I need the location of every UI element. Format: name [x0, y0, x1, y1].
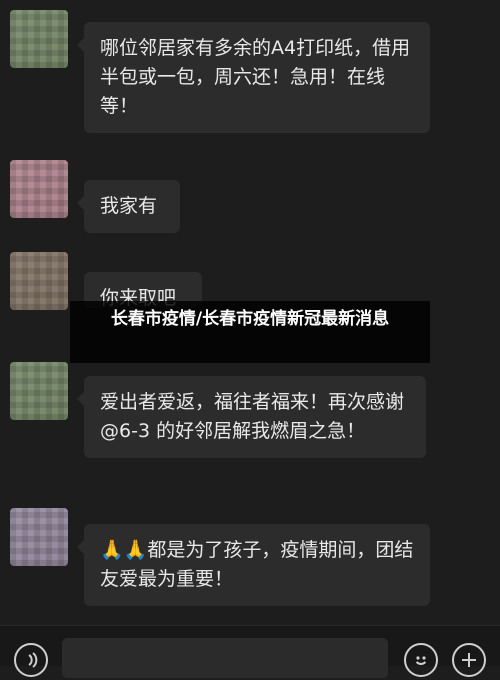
avatar[interactable] [10, 252, 68, 310]
message-bubble[interactable]: 🙏🙏都是为了孩子，疫情期间，团结友爱最为重要！ [77, 524, 430, 606]
input-bar [0, 625, 500, 678]
message-bubble[interactable]: 哪位邻居家有多余的A4打印纸，借用半包或一包，周六还！急用！在线等！ [77, 22, 430, 133]
emoji-icon[interactable] [404, 643, 438, 677]
message-text: 爱出者爱返，福往者福来！再次感谢 @6-3 的好邻居解我燃眉之急！ [100, 391, 405, 442]
message-text: 我家有 [100, 195, 158, 217]
avatar[interactable] [10, 508, 68, 566]
headline-overlay: 长春市疫情/长春市疫情新冠最新消息 [70, 301, 430, 363]
headline-title: 长春市疫情/长春市疫情新冠最新消息 [110, 309, 390, 329]
message-bubble[interactable]: 我家有 [77, 180, 180, 233]
avatar[interactable] [10, 160, 68, 218]
voice-icon[interactable] [14, 643, 48, 677]
add-icon[interactable] [452, 643, 486, 677]
message-bubble[interactable]: 爱出者爱返，福往者福来！再次感谢 @6-3 的好邻居解我燃眉之急！ [77, 376, 426, 458]
avatar[interactable] [10, 10, 68, 68]
message-text: 哪位邻居家有多余的A4打印纸，借用半包或一包，周六还！急用！在线等！ [100, 37, 411, 117]
message-text: 🙏🙏都是为了孩子，疫情期间，团结友爱最为重要！ [100, 539, 414, 590]
avatar[interactable] [10, 362, 68, 420]
message-input[interactable] [62, 638, 388, 678]
